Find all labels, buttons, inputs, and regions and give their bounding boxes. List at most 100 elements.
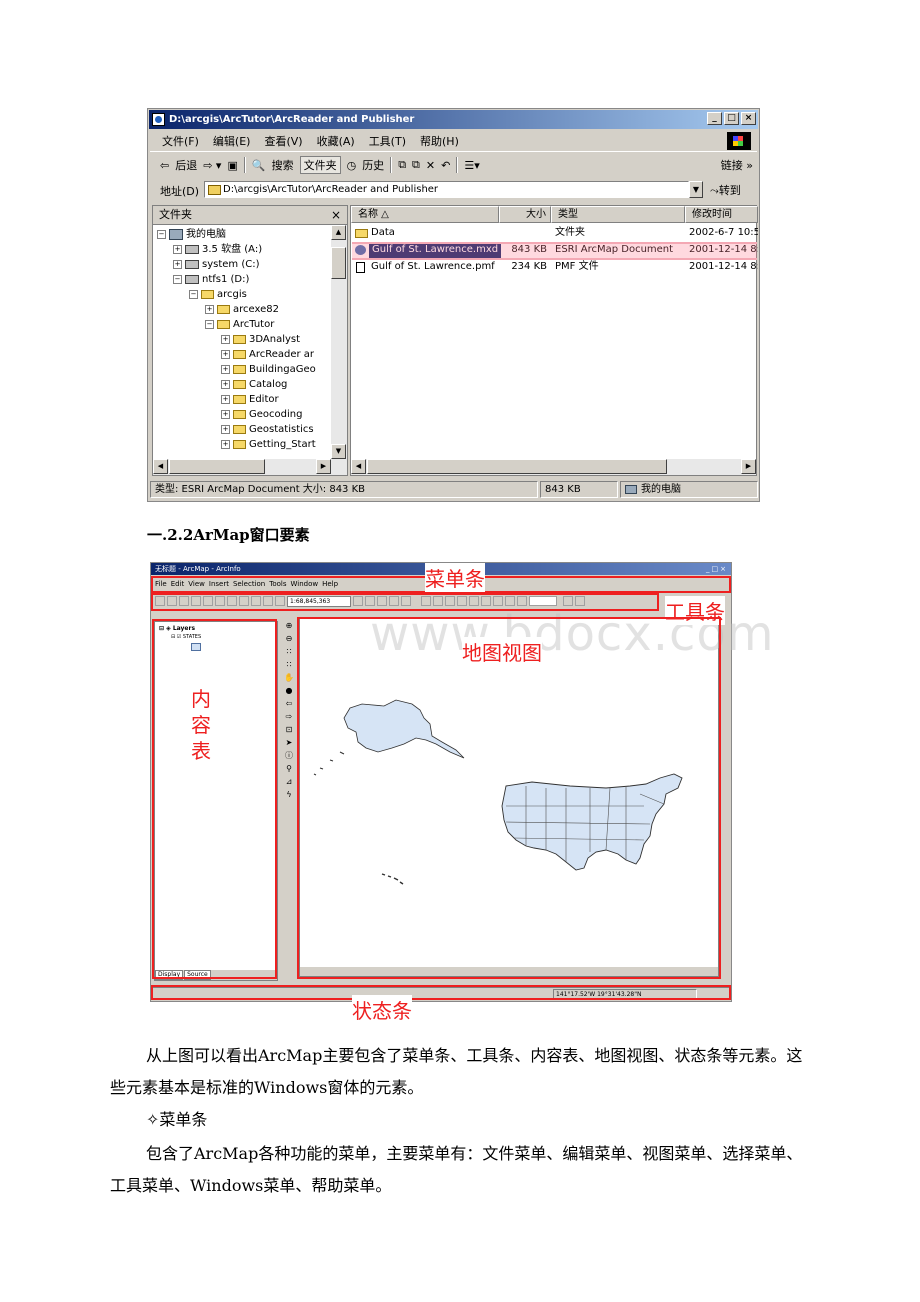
tree-item[interactable]: +3DAnalyst — [221, 332, 300, 347]
tree-item[interactable]: + Geocoding — [221, 407, 302, 422]
scroll-right-icon[interactable]: ▶ — [741, 459, 756, 474]
folders-pane-title: 文件夹 — [159, 208, 192, 221]
tree-item[interactable]: − arcgis — [189, 287, 247, 302]
tree-item[interactable]: + Catalog — [221, 377, 287, 392]
minimize-button[interactable]: _ — [707, 112, 722, 125]
tree-item[interactable]: − 我的电脑 — [157, 227, 226, 242]
tree-item[interactable]: + Geostatistics — [221, 422, 314, 437]
column-name[interactable]: 名称 △ — [351, 206, 499, 223]
identify-icon[interactable]: ⓘ — [284, 751, 294, 761]
folder-tree: − 我的电脑 +3.5 软盘 (A:) + system (C:) − ntfs1 (… — [153, 225, 331, 459]
zoom-in-icon[interactable]: ⊕ — [284, 621, 294, 631]
tree-item[interactable]: + arcexe82 — [205, 302, 279, 317]
file-row[interactable]: Data 文件夹 2002-6-7 10:5 — [351, 225, 758, 241]
address-label: 地址(D) — [160, 185, 200, 198]
tools-toolbar: ⊕ ⊖ ∷ ∷ ✋ ● ⇦ ⇨ ⊡ ➤ ⓘ ⚲ ⊿ ϟ — [282, 617, 296, 805]
hard-drive-icon — [185, 260, 199, 269]
close-icon[interactable]: × — [331, 206, 341, 224]
search-button[interactable]: 搜索 — [272, 157, 294, 173]
tree-item[interactable]: +3.5 软盘 (A:) — [173, 242, 262, 257]
file-row[interactable]: Gulf of St. Lawrence.pmf 234 KB PMF 文件 2… — [351, 259, 758, 275]
find-icon[interactable]: ⚲ — [284, 764, 294, 774]
status-size: 843 KB — [540, 481, 618, 498]
full-extent-icon[interactable]: ● — [284, 686, 294, 696]
up-folder-icon[interactable]: ▣ — [227, 159, 237, 172]
tree-item[interactable]: + ArcReader ar — [221, 347, 314, 362]
folder-icon — [233, 350, 246, 359]
tree-item[interactable]: − ArcTutor — [205, 317, 274, 332]
pan-icon[interactable]: ✋ — [284, 673, 294, 683]
back-arrow-icon: ⇦ — [160, 158, 170, 172]
arcmap-title: 无标题 - ArcMap - ArcInfo — [155, 565, 241, 573]
scroll-thumb[interactable] — [169, 459, 265, 474]
history-button[interactable]: 历史 — [362, 157, 384, 173]
menu-file[interactable]: 文件(F) — [162, 133, 199, 149]
fixed-zoom-out-icon[interactable]: ∷ — [284, 660, 294, 670]
map-view-outline — [297, 617, 721, 979]
tree-item[interactable]: + Editor — [221, 392, 279, 407]
paragraph-1: 从上图可以看出ArcMap主要包含了菜单条、工具条、内容表、地图视图、状态条等元… — [110, 1046, 803, 1097]
section-heading: 一.2.2ArMap窗口要素 — [147, 526, 310, 544]
links-button[interactable]: 链接 » — [721, 157, 753, 173]
address-input[interactable]: D:\arcgis\ArcTutor\ArcReader and Publish… — [204, 181, 689, 198]
menu-favorites[interactable]: 收藏(A) — [317, 133, 355, 149]
folder-icon — [217, 305, 230, 314]
tree-item[interactable]: − ntfs1 (D:) — [173, 272, 249, 287]
go-button[interactable]: ⤳转到 — [710, 182, 741, 198]
delete-icon[interactable]: ✕ — [426, 159, 435, 172]
window-controls[interactable]: _□× — [706, 563, 728, 575]
folder-icon — [233, 440, 246, 449]
chevron-down-icon[interactable]: ▼ — [689, 181, 703, 198]
menu-tools[interactable]: 工具(T) — [369, 133, 406, 149]
hyperlink-icon[interactable]: ϟ — [284, 790, 294, 800]
tree-item[interactable]: + BuildingaGeo — [221, 362, 316, 377]
toolbar-outline — [151, 593, 659, 611]
undo-icon[interactable]: ↶ — [441, 159, 450, 172]
scroll-down-icon[interactable]: ▼ — [331, 444, 346, 459]
back-extent-icon[interactable]: ⇦ — [284, 699, 294, 709]
menu-help[interactable]: 帮助(H) — [420, 133, 459, 149]
back-button[interactable]: 后退 — [175, 157, 197, 173]
tree-vertical-scrollbar[interactable]: ▲ ▼ — [331, 225, 347, 459]
column-size[interactable]: 大小 — [499, 206, 551, 223]
map-view-label: 地图视图 — [462, 637, 542, 666]
files-horizontal-scrollbar[interactable]: ◀ ▶ — [351, 459, 756, 475]
scroll-left-icon[interactable]: ◀ — [351, 459, 366, 474]
toc-label: 内容表 — [191, 687, 211, 763]
column-type[interactable]: 类型 — [551, 206, 685, 223]
fixed-zoom-in-icon[interactable]: ∷ — [284, 647, 294, 657]
scroll-right-icon[interactable]: ▶ — [316, 459, 331, 474]
folders-button[interactable]: 文件夹 — [299, 156, 341, 174]
forward-button[interactable]: ⇨ ▾ — [203, 159, 221, 172]
menu-edit[interactable]: 编辑(E) — [213, 133, 251, 149]
bullet-menu-bar: ✧菜单条 — [146, 1110, 208, 1129]
address-bar: 地址(D) D:\arcgis\ArcTutor\ArcReader and P… — [150, 179, 757, 201]
move-to-icon[interactable]: ⧉ — [398, 158, 406, 172]
column-modified[interactable]: 修改时间 — [685, 206, 758, 223]
menu-view[interactable]: 查看(V) — [264, 133, 302, 149]
explorer-menubar: 文件(F) 编辑(E) 查看(V) 收藏(A) 工具(T) 帮助(H) — [150, 131, 757, 152]
explorer-titlebar: D:\arcgis\ArcTutor\ArcReader and Publish… — [149, 110, 758, 129]
forward-extent-icon[interactable]: ⇨ — [284, 712, 294, 722]
folder-icon — [355, 229, 368, 238]
tree-horizontal-scrollbar[interactable]: ◀ ▶ — [153, 459, 347, 475]
maximize-button[interactable]: □ — [724, 112, 739, 125]
views-icon[interactable]: ☰▾ — [464, 159, 479, 172]
scroll-thumb[interactable] — [367, 459, 667, 474]
copy-to-icon[interactable]: ⧉ — [412, 158, 420, 172]
tree-item[interactable]: + system (C:) — [173, 257, 260, 272]
highlighted-row-marker — [352, 242, 757, 260]
scroll-thumb[interactable] — [331, 247, 346, 279]
zoom-out-icon[interactable]: ⊖ — [284, 634, 294, 644]
status-location: 我的电脑 — [620, 481, 758, 498]
select-features-icon[interactable]: ⊡ — [284, 725, 294, 735]
scroll-left-icon[interactable]: ◀ — [153, 459, 168, 474]
status-info: 类型: ESRI ArcMap Document 大小: 843 KB — [150, 481, 538, 498]
explorer-window: D:\arcgis\ArcTutor\ArcReader and Publish… — [147, 108, 760, 502]
measure-icon[interactable]: ⊿ — [284, 777, 294, 787]
select-elements-icon[interactable]: ➤ — [284, 738, 294, 748]
tree-item[interactable]: + Getting_Start — [221, 437, 316, 452]
close-button[interactable]: × — [741, 112, 756, 125]
scroll-up-icon[interactable]: ▲ — [331, 225, 346, 240]
explorer-statusbar: 类型: ESRI ArcMap Document 大小: 843 KB 843 … — [150, 480, 758, 500]
